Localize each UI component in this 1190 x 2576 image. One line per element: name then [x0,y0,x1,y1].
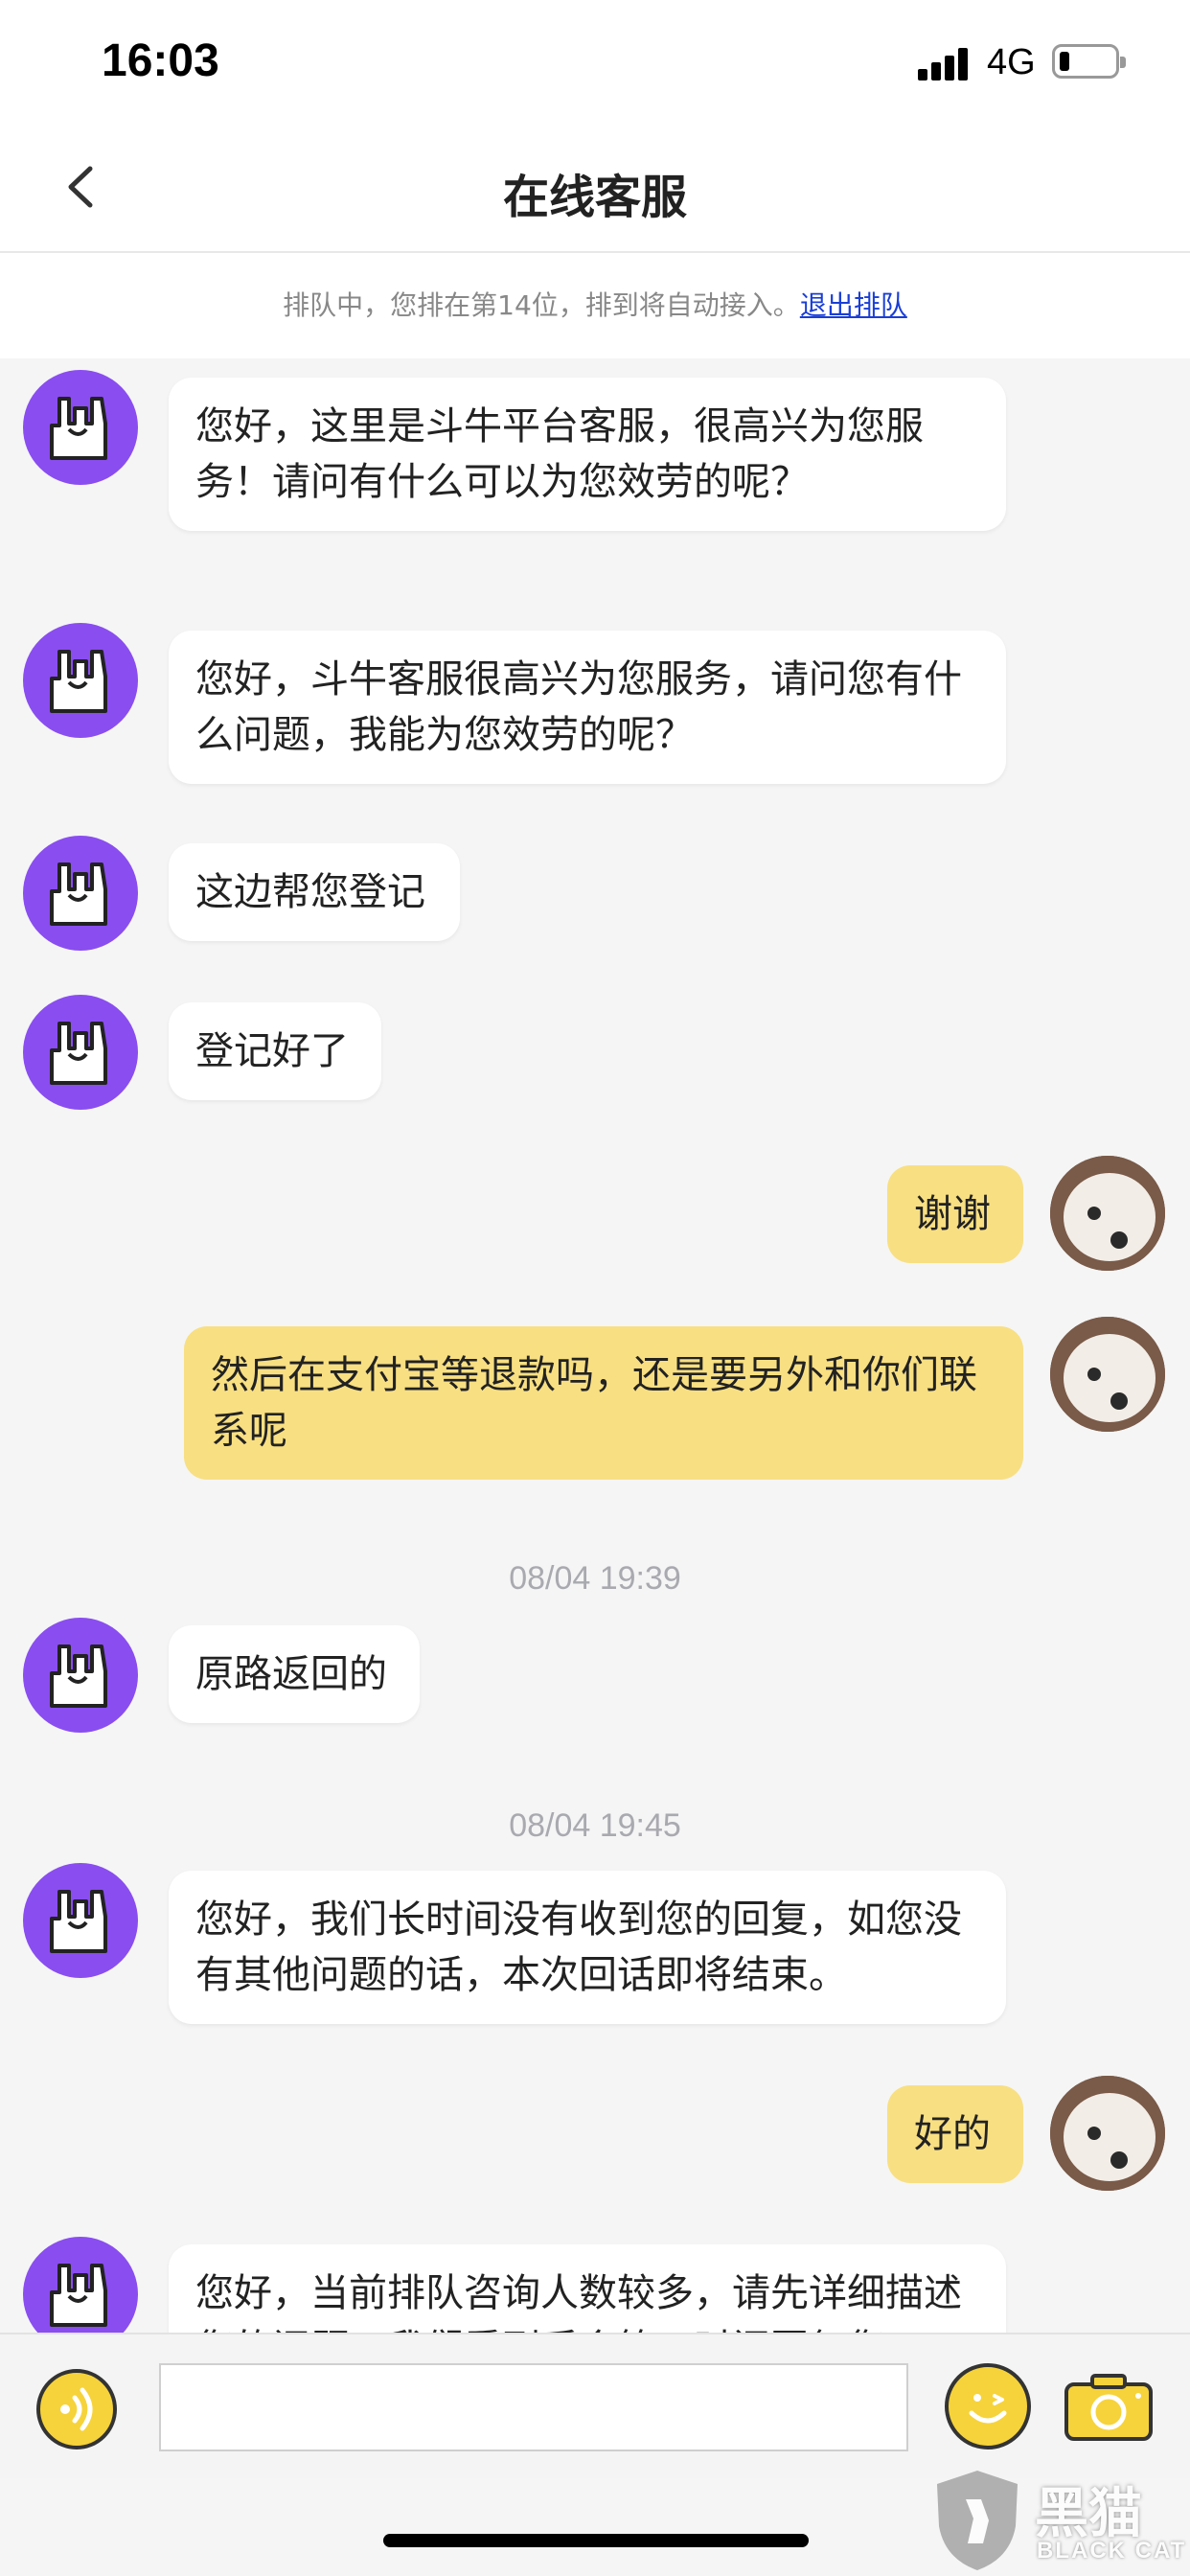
rock-hand-icon [50,397,107,460]
exit-queue-link[interactable]: 退出排队 [800,289,907,321]
watermark-title: 黑猫 [1035,2483,1142,2545]
home-indicator [383,2534,809,2547]
message-bubble: 登记好了 [169,1002,381,1100]
camera-button[interactable] [1064,2373,1154,2442]
message-bubble: 好的 [887,2085,1023,2183]
user-avatar [1050,1156,1165,1271]
status-bar: 16:03 4G [0,0,1190,125]
message-bubble: 原路返回的 [169,1625,420,1723]
bot-avatar [23,623,138,738]
dog-photo [1050,2076,1165,2191]
bot-avatar [23,995,138,1110]
voice-button[interactable] [36,2369,117,2450]
message-bubble: 这边帮您登记 [169,843,460,941]
rock-hand-icon [50,1644,107,1708]
smile-icon [969,2394,1007,2424]
rock-hand-icon [50,862,107,926]
voice-icon [60,2387,93,2431]
dog-photo [1050,1156,1165,1271]
timestamp: 08/04 19:45 [509,1807,681,1844]
network-type: 4G [987,42,1036,82]
message-bubble: 然后在支付宝等退款吗，还是要另外和你们联系呢 [184,1326,1023,1480]
timestamp: 08/04 19:39 [509,1560,681,1597]
message-bubble: 您好，当前排队咨询人数较多，请先详细描述您的问题，我们看到后会第一时间回复您。 [169,2244,1006,2333]
message-bubble: 谢谢 [887,1165,1023,1263]
watermark: 黑猫 BLACK CAT [929,2467,1190,2576]
message-list[interactable]: 您好，这里是斗牛平台客服，很高兴为您服务！请问有什么可以为您效劳的呢？ 您好，斗… [0,360,1190,2333]
status-time: 16:03 [102,35,219,86]
rock-hand-icon [50,2264,107,2327]
message-bubble: 您好，我们长时间没有收到您的回复，如您没有其他问题的话，本次回话即将结束。 [169,1871,1006,2024]
user-avatar [1050,1317,1165,1432]
bot-avatar [23,1863,138,1978]
page-title: 在线客服 [502,171,687,224]
user-avatar [1050,2076,1165,2191]
nav-bar: 在线客服 [0,125,1190,253]
message-bubble: 您好，斗牛客服很高兴为您服务，请问您有什么问题，我能为您效劳的呢？ [169,631,1006,784]
bot-avatar [23,1618,138,1733]
rock-hand-icon [50,650,107,713]
rock-hand-icon [50,1022,107,1085]
message-input[interactable] [159,2363,908,2451]
watermark-subtitle: BLACK CAT [1037,2538,1187,2564]
emoji-button[interactable] [945,2363,1031,2450]
signal-icon [918,46,975,80]
rock-hand-icon [50,1890,107,1953]
bot-avatar [23,836,138,951]
cat-shield-icon [937,2471,1018,2570]
input-bar [0,2333,1190,2478]
queue-notice: 排队中，您排在第14位，排到将自动接入。退出排队 [0,253,1190,358]
bot-avatar [23,2237,138,2333]
dog-photo [1050,1317,1165,1432]
message-bubble: 您好，这里是斗牛平台客服，很高兴为您服务！请问有什么可以为您效劳的呢？ [169,378,1006,531]
camera-icon [1064,2374,1153,2441]
battery-icon [1052,44,1126,79]
bot-avatar [23,370,138,485]
queue-text: 排队中，您排在第14位，排到将自动接入。 [283,289,800,321]
